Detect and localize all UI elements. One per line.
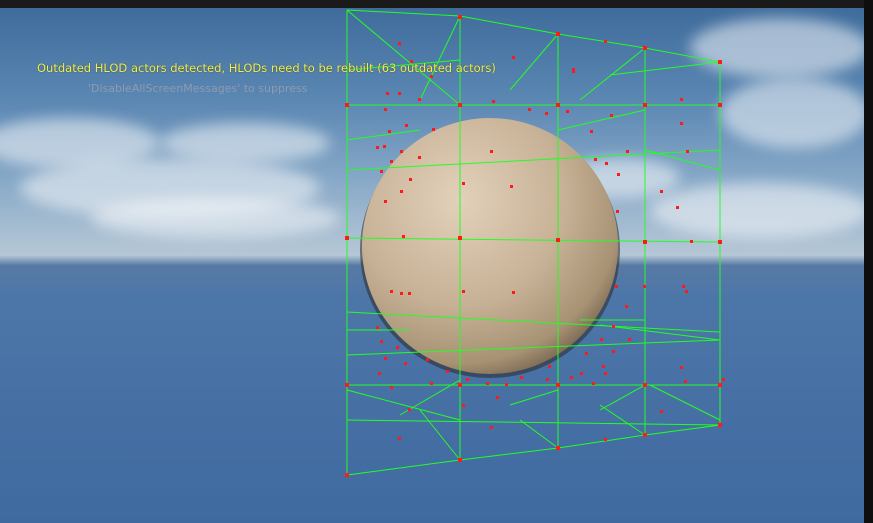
suppress-messages-hint: 'DisableAllScreenMessages' to suppress <box>88 82 308 95</box>
viewport-top-border <box>0 0 873 8</box>
sphere-mesh[interactable] <box>362 118 618 374</box>
viewport-right-border <box>864 0 873 523</box>
hlod-warning-message: Outdated HLOD actors detected, HLODs nee… <box>37 61 496 75</box>
editor-frame: Outdated HLOD actors detected, HLODs nee… <box>0 0 873 523</box>
level-viewport[interactable]: Outdated HLOD actors detected, HLODs nee… <box>0 8 864 523</box>
